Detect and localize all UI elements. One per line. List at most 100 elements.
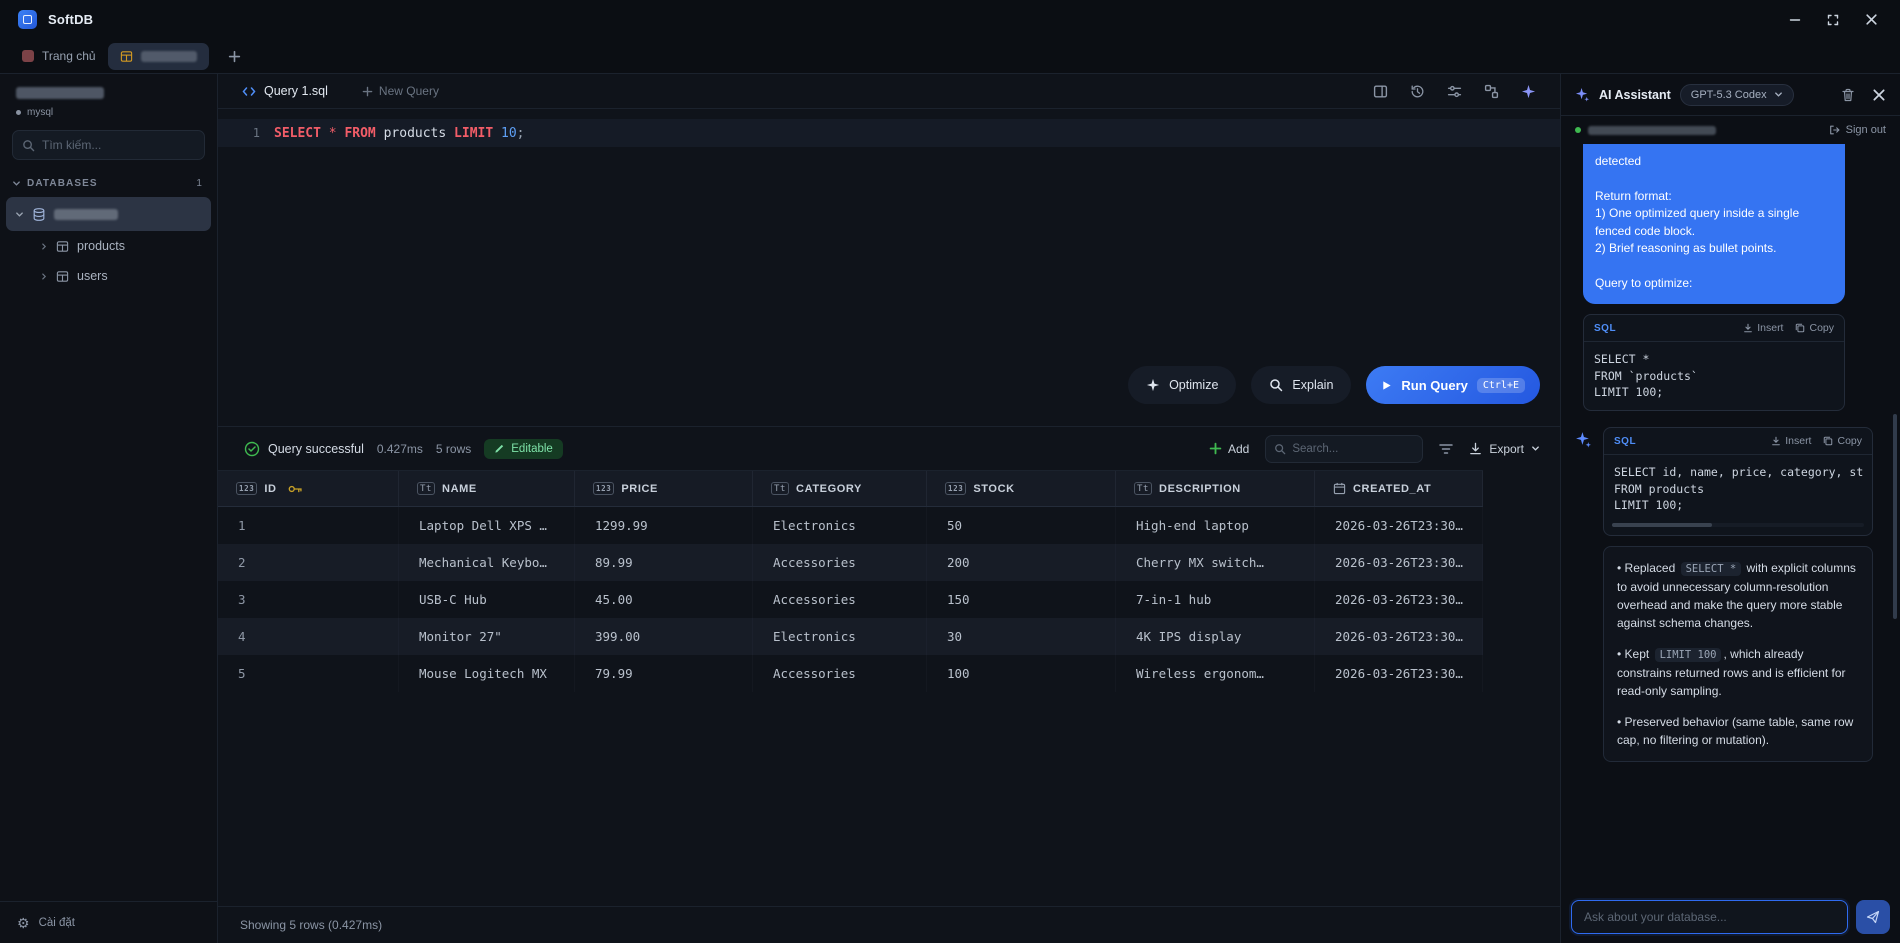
chevron-right-icon: [40, 272, 48, 281]
databases-section-header[interactable]: DATABASES 1: [12, 178, 203, 189]
ai-panel-header: AI Assistant GPT-5.3 Codex: [1561, 74, 1900, 116]
table-cell[interactable]: 2026-03-26T23:30…: [1315, 507, 1483, 544]
column-header-id[interactable]: 123ID: [218, 471, 399, 506]
schema-flow-icon[interactable]: [1484, 84, 1499, 99]
sidebar-item-database[interactable]: [6, 197, 211, 231]
table-cell[interactable]: 399.00: [575, 618, 753, 655]
close-panel-button[interactable]: [1872, 88, 1886, 102]
chevron-down-icon: [15, 210, 24, 219]
table-cell[interactable]: 150: [927, 581, 1116, 618]
table-cell[interactable]: 1: [218, 507, 399, 544]
table-cell[interactable]: Accessories: [753, 544, 927, 581]
table-cell[interactable]: Wireless ergonom…: [1116, 655, 1315, 692]
sidebar-search-input[interactable]: [42, 138, 195, 152]
sql-editor[interactable]: 1 SELECT * FROM products LIMIT 10; Optim…: [218, 109, 1560, 427]
column-header-price[interactable]: 123PRICE: [575, 471, 753, 506]
code-token: *: [329, 126, 337, 141]
explain-button[interactable]: Explain: [1251, 366, 1351, 404]
split-view-icon[interactable]: [1373, 84, 1388, 99]
new-tab-button[interactable]: [223, 44, 247, 68]
editor-active-line[interactable]: 1 SELECT * FROM products LIMIT 10;: [218, 119, 1560, 147]
tab-home[interactable]: Trang chủ: [10, 43, 108, 70]
table-cell[interactable]: High-end laptop: [1116, 507, 1315, 544]
optimize-button[interactable]: Optimize: [1128, 366, 1236, 404]
copy-button[interactable]: Copy: [1823, 435, 1862, 447]
column-header-stock[interactable]: 123STOCK: [927, 471, 1116, 506]
close-button[interactable]: [1852, 5, 1890, 35]
send-button[interactable]: [1856, 900, 1890, 934]
table-cell[interactable]: USB-C Hub: [399, 581, 575, 618]
insert-button[interactable]: Insert: [1771, 435, 1811, 447]
table-cell[interactable]: 45.00: [575, 581, 753, 618]
table-cell[interactable]: 4: [218, 618, 399, 655]
table-cell[interactable]: 30: [927, 618, 1116, 655]
inline-code-chip: SELECT *: [1681, 562, 1742, 576]
table-cell[interactable]: 4K IPS display: [1116, 618, 1315, 655]
table-cell[interactable]: 89.99: [575, 544, 753, 581]
tab-connection-active[interactable]: [108, 43, 209, 70]
column-header-created_at[interactable]: CREATED_AT: [1315, 471, 1483, 506]
presence-dot-icon: [1575, 127, 1581, 133]
check-circle-icon: [244, 441, 260, 457]
query-tab-active[interactable]: Query 1.sql: [242, 84, 328, 98]
minimize-button[interactable]: [1776, 5, 1814, 35]
ai-chat-input[interactable]: [1571, 900, 1848, 934]
column-header-name[interactable]: TtNAME: [399, 471, 575, 506]
table-cell[interactable]: Electronics: [753, 507, 927, 544]
sidebar-settings[interactable]: ⚙ Cài đặt: [0, 901, 217, 943]
table-cell[interactable]: Accessories: [753, 655, 927, 692]
table-cell[interactable]: Laptop Dell XPS …: [399, 507, 575, 544]
table-cell[interactable]: 79.99: [575, 655, 753, 692]
table-cell[interactable]: 2026-03-26T23:30…: [1315, 544, 1483, 581]
table-cell[interactable]: 2026-03-26T23:30…: [1315, 655, 1483, 692]
results-search[interactable]: [1265, 435, 1423, 463]
table-cell[interactable]: 2026-03-26T23:30…: [1315, 618, 1483, 655]
table-cell[interactable]: Mechanical Keybo…: [399, 544, 575, 581]
table-cell[interactable]: 200: [927, 544, 1116, 581]
table-cell[interactable]: Monitor 27": [399, 618, 575, 655]
table-cell[interactable]: 50: [927, 507, 1116, 544]
insert-button[interactable]: Insert: [1743, 322, 1783, 334]
table-cell[interactable]: Electronics: [753, 618, 927, 655]
horizontal-scrollbar[interactable]: [1612, 523, 1864, 527]
tune-icon[interactable]: [1447, 84, 1462, 99]
table-cell[interactable]: 100: [927, 655, 1116, 692]
maximize-button[interactable]: [1814, 5, 1852, 35]
sidebar-item-table-users[interactable]: users: [0, 261, 217, 291]
vertical-scrollbar-thumb[interactable]: [1893, 414, 1897, 619]
table-cell[interactable]: 1299.99: [575, 507, 753, 544]
connection-block[interactable]: mysql: [0, 74, 217, 118]
editable-badge[interactable]: Editable: [484, 439, 563, 459]
sidebar-search[interactable]: [12, 130, 205, 160]
table-cell[interactable]: 2026-03-26T23:30…: [1315, 581, 1483, 618]
sign-out-button[interactable]: Sign out: [1829, 124, 1886, 136]
export-button[interactable]: Export: [1469, 442, 1540, 456]
table-cell[interactable]: 5: [218, 655, 399, 692]
table-cell[interactable]: 3: [218, 581, 399, 618]
model-selector[interactable]: GPT-5.3 Codex: [1680, 84, 1794, 106]
column-header-description[interactable]: TtDESCRIPTION: [1116, 471, 1315, 506]
table-row[interactable]: 3USB-C Hub45.00Accessories1507-in-1 hub2…: [218, 581, 1483, 618]
run-query-button[interactable]: Run Query Ctrl+E: [1366, 366, 1540, 404]
table-row[interactable]: 1Laptop Dell XPS …1299.99Electronics50Hi…: [218, 507, 1483, 544]
table-cell[interactable]: 2: [218, 544, 399, 581]
history-icon[interactable]: [1410, 84, 1425, 99]
clear-chat-button[interactable]: [1841, 88, 1855, 102]
add-row-button[interactable]: Add: [1209, 442, 1249, 456]
ai-sparkle-icon[interactable]: [1521, 84, 1536, 99]
table-cell[interactable]: Accessories: [753, 581, 927, 618]
table-row[interactable]: 5Mouse Logitech MX79.99Accessories100Wir…: [218, 655, 1483, 692]
copy-button[interactable]: Copy: [1795, 322, 1834, 334]
new-query-tab[interactable]: New Query: [362, 84, 439, 98]
table-cell[interactable]: Mouse Logitech MX: [399, 655, 575, 692]
ai-chat-area[interactable]: detected Return format: 1) One optimized…: [1561, 144, 1900, 891]
table-cell[interactable]: 7-in-1 hub: [1116, 581, 1315, 618]
filter-icon[interactable]: [1439, 443, 1453, 455]
horizontal-scrollbar-thumb[interactable]: [1612, 523, 1712, 527]
column-header-category[interactable]: TtCATEGORY: [753, 471, 927, 506]
table-row[interactable]: 4Monitor 27"399.00Electronics304K IPS di…: [218, 618, 1483, 655]
results-search-input[interactable]: [1292, 443, 1414, 455]
sidebar-item-table-products[interactable]: products: [0, 231, 217, 261]
table-cell[interactable]: Cherry MX switch…: [1116, 544, 1315, 581]
table-row[interactable]: 2Mechanical Keybo…89.99Accessories200Che…: [218, 544, 1483, 581]
